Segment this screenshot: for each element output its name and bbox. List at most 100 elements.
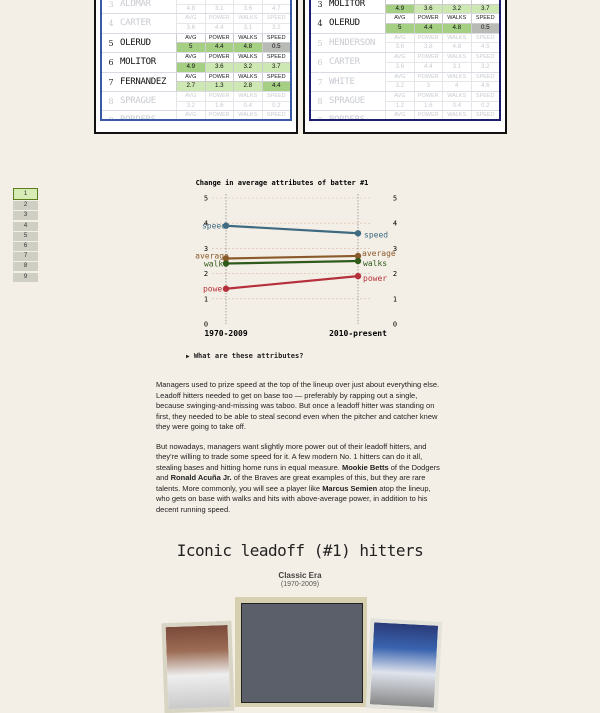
progress-step-8[interactable]: 8 (13, 262, 38, 272)
stat-header: WALKS (233, 91, 262, 101)
stat-header: POWER (413, 33, 443, 43)
stat-value: 1.3 (204, 81, 233, 91)
stat-value: 3.6 (413, 3, 442, 14)
stat-value: 4.9 (176, 61, 205, 72)
stat-value: 4.8 (442, 42, 471, 53)
lineup-row: 4 OLERUD AVG POWER WALKS SPEED 5 4.4 4.8 0.5 (311, 14, 500, 34)
article-paragraph-1: Managers used to prize speed at the top … (156, 380, 440, 431)
attributes-toggle[interactable]: ▶ What are these attributes? (186, 352, 303, 360)
stat-value: 3.1 (233, 23, 262, 33)
stat-value: 1.5 (414, 120, 443, 121)
stat-header: AVG (176, 111, 205, 119)
stat-value: 0.4 (233, 100, 262, 111)
attributes-chart: Change in average attributes of batter #… (195, 179, 397, 338)
lineup-card-right-rows: 3MOLITORAVGPOWERWALKSSPEED4.93.63.23.74O… (309, 0, 501, 121)
batting-order-number: 9 (317, 116, 323, 121)
stat-header: POWER (204, 14, 234, 24)
player-card-center[interactable] (235, 597, 367, 707)
batting-order-number: 5 (108, 38, 114, 48)
stat-value: 3.1 (204, 3, 233, 14)
stat-header: WALKS (233, 33, 262, 43)
progress-step-3[interactable]: 3 (13, 211, 38, 221)
player-card-right[interactable] (365, 618, 443, 712)
batting-order-number: 6 (317, 58, 323, 68)
batting-order-number: 6 (108, 58, 114, 68)
lineup-row: 8 SPRAGUE AVG POWER WALKS SPEED 3.2 1.6 0.4 0.2 (102, 91, 291, 112)
batting-order-number: 4 (108, 19, 114, 29)
stat-value: 3.2 (470, 61, 499, 72)
stat-value: 3.6 (176, 120, 205, 121)
data-point-speed (354, 230, 362, 237)
progress-step-9[interactable]: 9 (13, 272, 38, 282)
stat-value: 0.4 (442, 100, 471, 111)
lineup-row: 3 MOLITOR AVGPOWERWALKSSPEED4.93.63.23.7 (311, 0, 499, 15)
stat-header: AVG (176, 53, 205, 62)
player-photo (241, 603, 363, 703)
stat-value: 2.8 (233, 81, 262, 91)
data-point-power (354, 272, 362, 280)
player-stats: AVGPOWERWALKSSPEED 4.93.63.23.7 (176, 53, 290, 72)
player-name: WHITE (329, 76, 355, 87)
player-stats: AVG POWER WALKS SPEED 5 4.4 4.8 0.5 (176, 33, 290, 53)
stat-header: WALKS (233, 14, 262, 24)
stat-value: 4 (442, 81, 471, 91)
y-tick-label-left: 2 (204, 270, 208, 278)
stat-header: WALKS (233, 72, 262, 82)
y-tick-label-right: 0 (393, 321, 397, 329)
stat-value: 0.6 (385, 120, 414, 121)
player-stats: AVGPOWERWALKSSPEED 3.61.500.1 (176, 111, 291, 121)
player-stats: AVGPOWERWALKSSPEED4.83.13.64.7 (176, 0, 290, 14)
stat-header: POWER (413, 53, 443, 62)
progress-step-6[interactable]: 6 (13, 241, 38, 251)
stat-header: POWER (204, 72, 234, 82)
player-name-acuna: Ronald Acuña Jr. (170, 473, 232, 482)
stat-value: 0.1 (262, 120, 291, 121)
series-label-right: speed (364, 230, 388, 239)
progress-step-7[interactable]: 7 (13, 252, 38, 262)
stat-value: 3.1 (442, 61, 471, 72)
article-body: Managers used to prize speed at the top … (156, 380, 446, 524)
stat-value: 5 (176, 42, 205, 53)
stat-value: 3 (413, 81, 442, 91)
stat-value: 3.6 (385, 42, 414, 53)
progress-step-2[interactable]: 2 (13, 201, 38, 211)
section-title: Iconic leadoff (#1) hitters (176, 541, 424, 560)
lineup-row: 7 FERNANDEZ AVG POWER WALKS SPEED 2.7 1.3 2.8 4.4 (102, 72, 290, 92)
batting-order-number: 8 (108, 96, 114, 106)
stat-value: 3.7 (470, 3, 499, 14)
batting-order-number: 3 (108, 0, 114, 9)
stat-value: 5 (385, 23, 414, 33)
y-tick-label-right: 5 (393, 195, 397, 203)
stat-value: 3.2 (385, 81, 414, 91)
stat-header: SPEED (470, 14, 500, 24)
lineup-row: 7 WHITE AVG POWER WALKS SPEED 3.2 3 4 4.6 (311, 72, 499, 92)
progress-step-4[interactable]: 4 (13, 221, 38, 231)
stat-header: POWER (413, 72, 443, 82)
batting-order-number: 4 (317, 19, 323, 29)
stat-header: AVG (385, 33, 414, 43)
stat-header: AVG (385, 14, 414, 24)
progress-step-1[interactable]: 1 (13, 188, 38, 200)
progress-step-5[interactable]: 5 (13, 231, 38, 241)
stat-header: WALKS (233, 111, 262, 119)
player-name: HENDERSON (329, 37, 376, 48)
player-stats: AVG POWER WALKS SPEED 3.6 4.4 3.1 3.2 (176, 14, 290, 33)
stat-header: SPEED (261, 91, 291, 101)
series-line-speed (225, 224, 359, 235)
stat-header: WALKS (442, 91, 471, 101)
stat-value: 4.4 (413, 23, 442, 33)
player-name: MOLITOR (120, 57, 156, 68)
stat-header: AVG (385, 111, 414, 119)
stat-value: 4.4 (261, 81, 290, 91)
batting-order-number: 7 (108, 77, 114, 87)
stat-value: 3.2 (176, 100, 205, 111)
player-card-left[interactable] (161, 620, 235, 713)
stat-value: 1.5 (205, 120, 234, 121)
player-stats: AVG POWER WALKS SPEED 5 4.4 4.8 0.5 (385, 14, 500, 33)
lineup-row: 5 OLERUD AVG POWER WALKS SPEED 5 4.4 4.8 0.5 (102, 33, 290, 54)
series-label-left: speed (202, 222, 226, 231)
player-name: SPRAGUE (329, 95, 365, 106)
stat-header: WALKS (442, 72, 471, 82)
stat-value: 4.8 (233, 42, 262, 53)
stat-header: AVG (385, 53, 414, 62)
